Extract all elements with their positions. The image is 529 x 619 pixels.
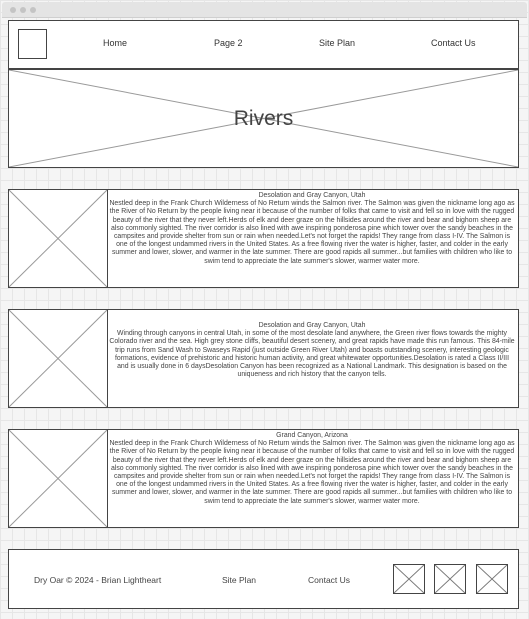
image-placeholder-icon: [394, 565, 424, 593]
card-image-placeholder: [8, 189, 108, 288]
social-icon-placeholder[interactable]: [476, 564, 508, 594]
river-card: Desolation and Gray Canyon, Utah Nestled…: [8, 189, 519, 288]
card-body: Nestled deep in the Frank Church Wildern…: [109, 440, 515, 505]
card-title: Desolation and Gray Canyon, Utah: [258, 322, 366, 329]
card-text: Desolation and Gray Canyon, Utah Winding…: [109, 322, 515, 379]
footer-copyright: Dry Oar © 2024 - Brian Lightheart: [34, 575, 162, 585]
image-placeholder-icon: [9, 190, 107, 287]
nav-link-site-plan[interactable]: Site Plan: [319, 38, 355, 48]
navbar: Home Page 2 Site Plan Contact Us: [8, 20, 519, 69]
card-title: Desolation and Gray Canyon, Utah: [258, 192, 366, 199]
nav-link-contact-us[interactable]: Contact Us: [431, 38, 476, 48]
hero-banner: Rivers: [8, 69, 519, 168]
image-placeholder-icon: [9, 430, 107, 527]
window-dot-icon: [10, 7, 16, 13]
nav-link-page-2[interactable]: Page 2: [214, 38, 243, 48]
card-body: Nestled deep in the Frank Church Wildern…: [109, 200, 515, 265]
footer-link-site-plan[interactable]: Site Plan: [222, 575, 256, 585]
image-placeholder-icon: [9, 310, 107, 407]
window-dot-icon: [30, 7, 36, 13]
nav-link-home[interactable]: Home: [103, 38, 127, 48]
card-text: Grand Canyon, Arizona Nestled deep in th…: [109, 432, 515, 506]
social-icon-placeholder[interactable]: [434, 564, 466, 594]
card-title: Grand Canyon, Arizona: [276, 432, 348, 439]
card-image-placeholder: [8, 429, 108, 528]
footer-link-contact-us[interactable]: Contact Us: [308, 575, 350, 585]
window-dot-icon: [20, 7, 26, 13]
river-card: Grand Canyon, Arizona Nestled deep in th…: [8, 429, 519, 528]
logo-placeholder[interactable]: [18, 29, 47, 59]
card-image-placeholder: [8, 309, 108, 408]
image-placeholder-icon: [435, 565, 465, 593]
image-placeholder-icon: [477, 565, 507, 593]
footer: Dry Oar © 2024 - Brian Lightheart Site P…: [8, 549, 519, 609]
social-icon-placeholder[interactable]: [393, 564, 425, 594]
card-text: Desolation and Gray Canyon, Utah Nestled…: [109, 192, 515, 266]
card-body: Winding through canyons in central Utah,…: [109, 330, 515, 379]
page-title: Rivers: [233, 107, 294, 130]
river-card: Desolation and Gray Canyon, Utah Winding…: [8, 309, 519, 408]
window-titlebar: [2, 2, 527, 18]
